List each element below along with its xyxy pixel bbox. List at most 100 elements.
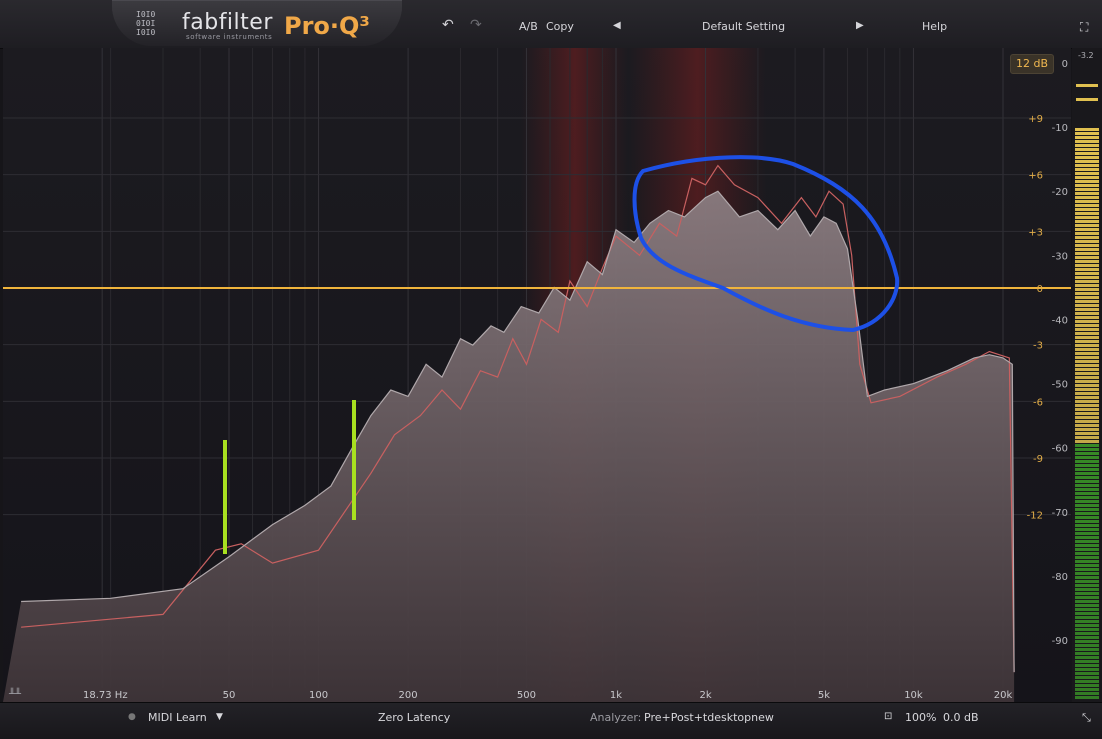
meter-segment: [1075, 408, 1099, 411]
midi-dropdown-icon[interactable]: ▼: [216, 712, 223, 722]
midi-learn-button[interactable]: MIDI Learn: [148, 711, 207, 724]
meter-segment: [1075, 288, 1099, 291]
eq-db-label: 0: [1037, 284, 1043, 295]
fullscreen-icon[interactable]: ⛶: [1080, 20, 1088, 35]
meter-segment: [1075, 264, 1099, 267]
meter-segment: [1075, 596, 1099, 599]
resize-icon[interactable]: ⤡: [1082, 711, 1091, 725]
meter-segment: [1075, 132, 1099, 135]
meter-segment: [1075, 304, 1099, 307]
meter-segment: [1075, 684, 1099, 687]
meter-bars: [1075, 84, 1099, 699]
meter-segment: [1075, 484, 1099, 487]
meter-segment: [1075, 676, 1099, 679]
meter-segment: [1075, 212, 1099, 215]
analyzer-db-label: -70: [1052, 508, 1068, 519]
analyzer-db-label: -10: [1052, 123, 1068, 134]
analyzer-label: Analyzer:: [590, 711, 642, 724]
meter-segment: [1075, 592, 1099, 595]
analyzer-mode-button[interactable]: Pre+Post+tdesktopnew: [644, 711, 774, 724]
meter-segment: [1075, 524, 1099, 527]
meter-segment: [1075, 576, 1099, 579]
product-name: Pro·Q³: [284, 12, 370, 40]
plugin-window: I0I0 0I0I I0I0 fabfilter software instrume…: [0, 0, 1102, 739]
meter-segment: [1075, 512, 1099, 515]
meter-segment: [1075, 368, 1099, 371]
meter-segment: [1075, 460, 1099, 463]
ab-toggle-button[interactable]: A/B: [519, 20, 538, 33]
meter-segment: [1075, 424, 1099, 427]
freq-label: 10k: [904, 690, 923, 701]
brand-name: fabfilter: [182, 10, 273, 35]
meter-segment: [1075, 176, 1099, 179]
meter-segment: [1075, 632, 1099, 635]
meter-segment: [1075, 180, 1099, 183]
copy-button[interactable]: Copy: [546, 20, 574, 33]
eq-db-label: -12: [1027, 511, 1043, 522]
meter-segment: [1075, 504, 1099, 507]
freq-label: 1k: [610, 690, 622, 701]
meter-segment: [1075, 388, 1099, 391]
meter-hold-marker: [1076, 98, 1098, 101]
analyzer-db-label: -50: [1052, 380, 1068, 391]
zoom-level[interactable]: 100%: [905, 711, 936, 724]
meter-segment: [1075, 220, 1099, 223]
meter-segment: [1075, 260, 1099, 263]
piano-display-icon[interactable]: ╨╨: [8, 687, 22, 700]
meter-segment: [1075, 556, 1099, 559]
meter-segment: [1075, 440, 1099, 443]
meter-segment: [1075, 376, 1099, 379]
meter-segment: [1075, 192, 1099, 195]
meter-segment: [1075, 588, 1099, 591]
meter-segment: [1075, 364, 1099, 367]
meter-segment: [1075, 164, 1099, 167]
meter-segment: [1075, 300, 1099, 303]
preset-prev-icon[interactable]: ◀: [613, 20, 621, 31]
meter-segment: [1075, 604, 1099, 607]
meter-segment: [1075, 340, 1099, 343]
meter-segment: [1075, 316, 1099, 319]
header-bar: I0I0 0I0I I0I0 fabfilter software instrume…: [0, 0, 1102, 49]
freq-label: 20k: [994, 690, 1013, 701]
meter-segment: [1075, 320, 1099, 323]
meter-segment: [1075, 476, 1099, 479]
meter-segment: [1075, 256, 1099, 259]
meter-segment: [1075, 356, 1099, 359]
meter-segment: [1075, 384, 1099, 387]
eq-db-label: -6: [1033, 397, 1043, 408]
meter-segment: [1075, 660, 1099, 663]
meter-segment: [1075, 252, 1099, 255]
footer-bar: ● MIDI Learn ▼ Zero Latency Analyzer: Pr…: [0, 702, 1102, 739]
meter-segment: [1075, 292, 1099, 295]
meter-segment: [1075, 680, 1099, 683]
meter-segment: [1075, 668, 1099, 671]
preset-next-icon[interactable]: ▶: [856, 20, 864, 31]
meter-segment: [1075, 392, 1099, 395]
meter-segment: [1075, 488, 1099, 491]
meter-segment: [1075, 568, 1099, 571]
latency-mode-button[interactable]: Zero Latency: [378, 711, 450, 724]
redo-icon[interactable]: ↷: [470, 17, 482, 33]
output-gain[interactable]: 0.0 dB: [943, 711, 979, 724]
meter-segment: [1075, 608, 1099, 611]
meter-segment: [1075, 644, 1099, 647]
meter-segment: [1075, 328, 1099, 331]
help-button[interactable]: Help: [922, 20, 947, 33]
meter-segment: [1075, 360, 1099, 363]
meter-segment: [1075, 648, 1099, 651]
eq-db-label: -9: [1033, 454, 1043, 465]
meter-segment: [1075, 548, 1099, 551]
meter-segment: [1075, 272, 1099, 275]
meter-segment: [1075, 664, 1099, 667]
meter-segment: [1075, 196, 1099, 199]
undo-icon[interactable]: ↶: [442, 17, 454, 33]
spectrum-graph[interactable]: 18.73 Hz 50 100 200 500 1k 2k 5k 10k 20k +9 +6 +3 0 -3…: [3, 48, 1071, 702]
meter-segment: [1075, 564, 1099, 567]
meter-segment: [1075, 652, 1099, 655]
meter-segment: [1075, 208, 1099, 211]
preset-name[interactable]: Default Setting: [702, 20, 785, 33]
zoom-icon[interactable]: ⊡: [884, 711, 892, 722]
display-range-button[interactable]: 12 dB: [1010, 54, 1054, 74]
analyzer-db-label: -90: [1052, 636, 1068, 647]
meter-segment: [1075, 232, 1099, 235]
